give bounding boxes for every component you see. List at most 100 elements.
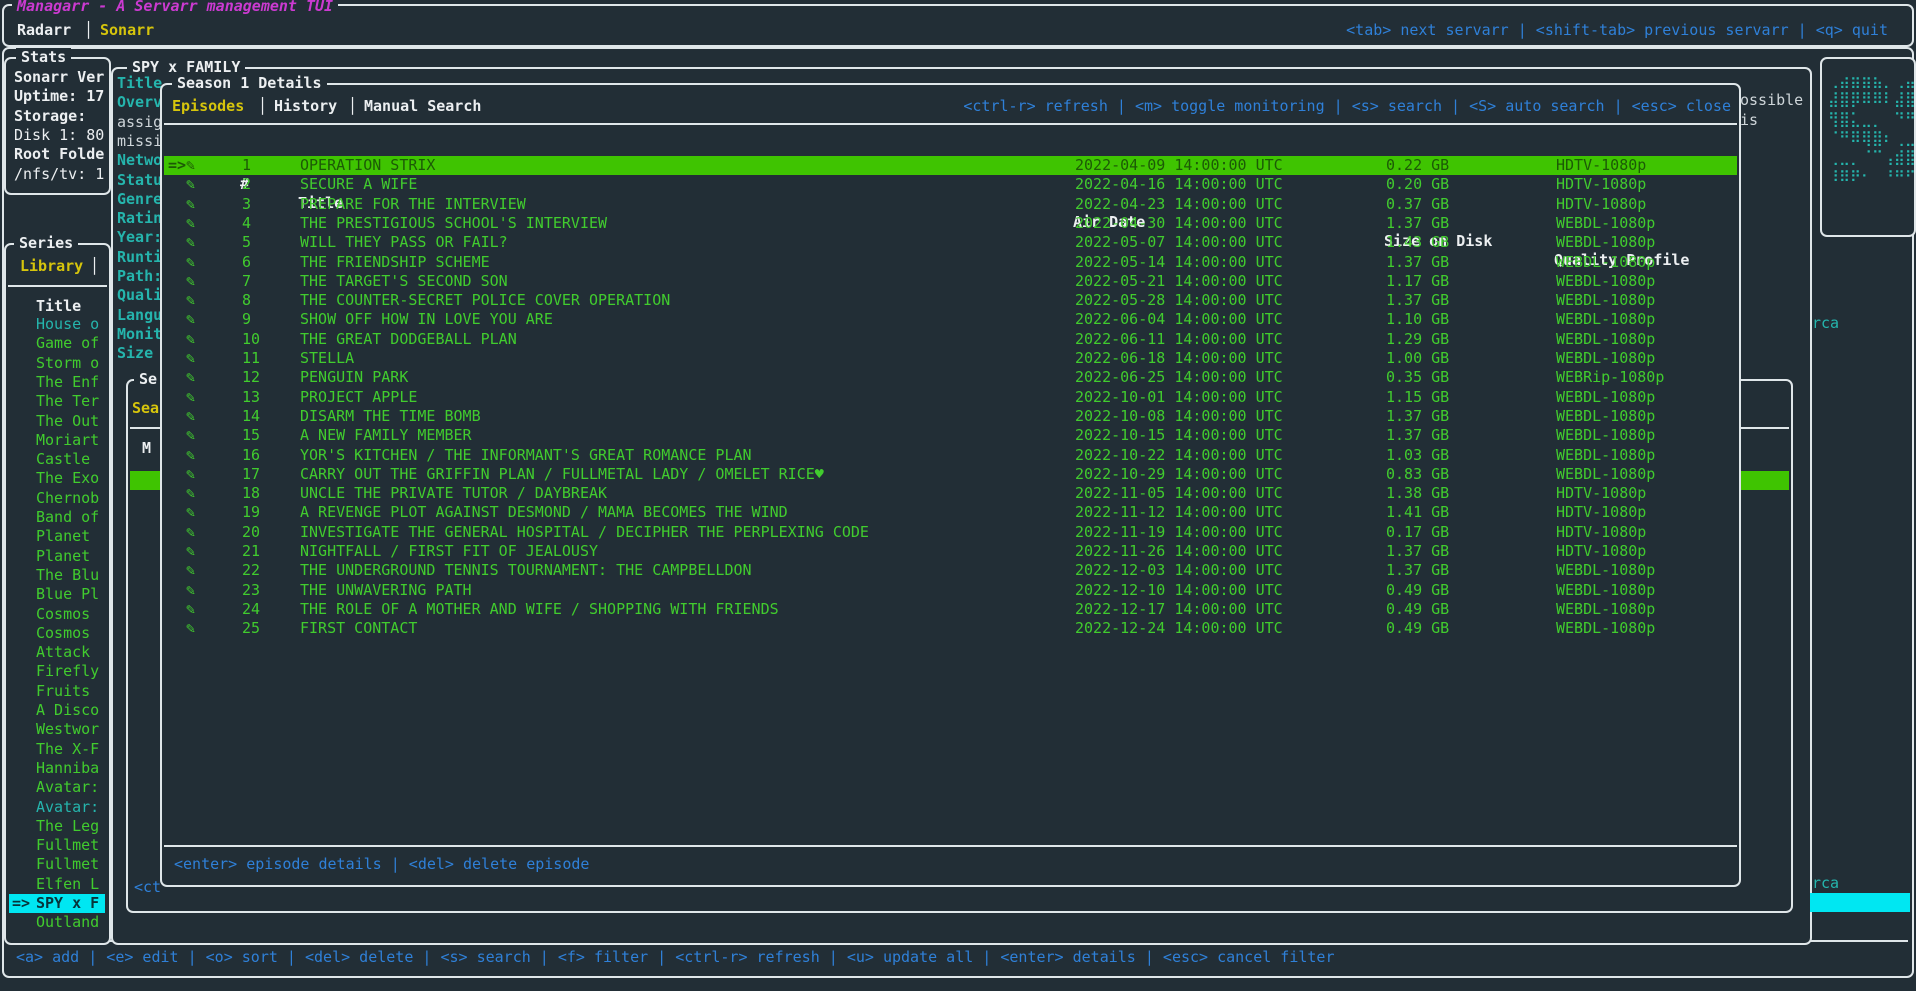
episode-size-cell: 1.17 GB xyxy=(1386,272,1449,291)
episode-quality-cell: HDTV-1080p xyxy=(1556,484,1646,503)
episode-row[interactable]: ✎16YOR'S KITCHEN / THE INFORMANT'S GREAT… xyxy=(164,446,1737,465)
series-item[interactable]: The Exo xyxy=(36,469,108,488)
series-item[interactable]: Hanniba xyxy=(36,759,108,778)
series-item[interactable]: The Blu xyxy=(36,566,108,585)
series-item[interactable]: The Ter xyxy=(36,392,108,411)
episode-quality-cell: WEBDL-1080p xyxy=(1556,272,1655,291)
episode-row[interactable]: ✎23THE UNWAVERING PATH2022-12-10 14:00:0… xyxy=(164,581,1737,600)
episode-air-date-cell: 2022-05-28 14:00:00 UTC xyxy=(1075,291,1283,310)
episode-number-cell: 17 xyxy=(242,465,260,484)
episode-size-cell: 1.29 GB xyxy=(1386,330,1449,349)
episode-row[interactable]: ✎11STELLA2022-06-18 14:00:00 UTC1.00 GBW… xyxy=(164,349,1737,368)
episode-quality-cell: WEBDL-1080p xyxy=(1556,388,1655,407)
series-detail-field-label: Size xyxy=(117,344,163,363)
tab-seasons[interactable]: Sea xyxy=(132,399,159,418)
logo-dots-row: ⢻⣿⣅⣀⡀⠀⠙⠛⠃ xyxy=(1828,110,1916,129)
series-item[interactable]: Game of xyxy=(36,334,108,353)
episode-row[interactable]: ✎3PREPARE FOR THE INTERVIEW2022-04-23 14… xyxy=(164,195,1737,214)
episode-row[interactable]: ✎24THE ROLE OF A MOTHER AND WIFE / SHOPP… xyxy=(164,600,1737,619)
episode-row[interactable]: ✎7THE TARGET'S SECOND SON2022-05-21 14:0… xyxy=(164,272,1737,291)
episode-row[interactable]: ✎10THE GREAT DODGEBALL PLAN2022-06-11 14… xyxy=(164,330,1737,349)
episode-title-cell: A NEW FAMILY MEMBER xyxy=(300,426,472,445)
monitored-icon: ✎ xyxy=(186,233,195,252)
series-item-selected[interactable]: =>SPY x F xyxy=(9,894,105,913)
episode-title-cell: PENGUIN PARK xyxy=(300,368,408,387)
series-table-clipped-cell-2: rca xyxy=(1812,874,1910,893)
tab-sonarr[interactable]: Sonarr xyxy=(100,21,154,40)
series-item[interactable]: The Leg xyxy=(36,817,108,836)
episodes-table: =>✎1OPERATION STRIX2022-04-09 14:00:00 U… xyxy=(162,85,1739,885)
series-item[interactable]: Chernob xyxy=(36,489,108,508)
episode-row[interactable]: ✎2SECURE A WIFE2022-04-16 14:00:00 UTC0.… xyxy=(164,175,1737,194)
episode-row[interactable]: ✎20INVESTIGATE THE GENERAL HOSPITAL / DE… xyxy=(164,523,1737,542)
episode-air-date-cell: 2022-06-18 14:00:00 UTC xyxy=(1075,349,1283,368)
episode-row[interactable]: ✎15A NEW FAMILY MEMBER2022-10-15 14:00:0… xyxy=(164,426,1737,445)
series-item[interactable]: The X-F xyxy=(36,740,108,759)
episode-row[interactable]: ✎4THE PRESTIGIOUS SCHOOL'S INTERVIEW2022… xyxy=(164,214,1737,233)
episode-row[interactable]: ✎9SHOW OFF HOW IN LOVE YOU ARE2022-06-04… xyxy=(164,310,1737,329)
series-item[interactable]: Cosmos xyxy=(36,605,108,624)
episode-air-date-cell: 2022-04-09 14:00:00 UTC xyxy=(1075,156,1283,175)
episode-quality-cell: HDTV-1080p xyxy=(1556,542,1646,561)
episode-row[interactable]: ✎22THE UNDERGROUND TENNIS TOURNAMENT: TH… xyxy=(164,561,1737,580)
series-item[interactable]: The Out xyxy=(36,412,108,431)
episode-row[interactable]: ✎8THE COUNTER-SECRET POLICE COVER OPERAT… xyxy=(164,291,1737,310)
series-item[interactable]: Castle xyxy=(36,450,108,469)
tab-radarr[interactable]: Radarr xyxy=(17,21,71,40)
episode-row[interactable]: ✎21NIGHTFALL / FIRST FIT OF JEALOUSY2022… xyxy=(164,542,1737,561)
episode-number-cell: 25 xyxy=(242,619,260,638)
series-item[interactable]: Planet xyxy=(36,527,108,546)
series-item[interactable]: Westwor xyxy=(36,720,108,739)
episode-air-date-cell: 2022-11-19 14:00:00 UTC xyxy=(1075,523,1283,542)
episode-row[interactable]: ✎5WILL THEY PASS OR FAIL?2022-05-07 14:0… xyxy=(164,233,1737,252)
series-item[interactable]: Firefly xyxy=(36,662,108,681)
series-detail-field-label: Runti xyxy=(117,248,163,267)
series-item[interactable]: Cosmos xyxy=(36,624,108,643)
episode-title-cell: SECURE A WIFE xyxy=(300,175,417,194)
series-item[interactable]: Avatar: xyxy=(36,798,108,817)
episode-air-date-cell: 2022-06-11 14:00:00 UTC xyxy=(1075,330,1283,349)
series-item[interactable]: Fullmet xyxy=(36,836,108,855)
series-item[interactable]: Blue Pl xyxy=(36,585,108,604)
episode-row[interactable]: ✎12PENGUIN PARK2022-06-25 14:00:00 UTC0.… xyxy=(164,368,1737,387)
episode-number-cell: 5 xyxy=(242,233,251,252)
series-item[interactable]: A Disco xyxy=(36,701,108,720)
series-item[interactable]: Elfen L xyxy=(36,875,108,894)
episode-row[interactable]: ✎25FIRST CONTACT2022-12-24 14:00:00 UTC0… xyxy=(164,619,1737,638)
monitored-icon: ✎ xyxy=(186,349,195,368)
episode-row[interactable]: ✎19A REVENGE PLOT AGAINST DESMOND / MAMA… xyxy=(164,503,1737,522)
episode-air-date-cell: 2022-12-24 14:00:00 UTC xyxy=(1075,619,1283,638)
episode-row[interactable]: ✎6THE FRIENDSHIP SCHEME2022-05-14 14:00:… xyxy=(164,253,1737,272)
series-item[interactable]: Fullmet xyxy=(36,855,108,874)
episode-quality-cell: WEBDL-1080p xyxy=(1556,600,1655,619)
episode-title-cell: INVESTIGATE THE GENERAL HOSPITAL / DECIP… xyxy=(300,523,869,542)
series-item[interactable]: Band of xyxy=(36,508,108,527)
series-item[interactable]: Attack xyxy=(36,643,108,662)
episode-row-selected[interactable]: =>✎1OPERATION STRIX2022-04-09 14:00:00 U… xyxy=(164,156,1737,175)
series-item[interactable]: Planet xyxy=(36,547,108,566)
episode-row[interactable]: ✎17CARRY OUT THE GRIFFIN PLAN / FULLMETA… xyxy=(164,465,1737,484)
series-item[interactable]: Avatar: xyxy=(36,778,108,797)
episode-air-date-cell: 2022-11-12 14:00:00 UTC xyxy=(1075,503,1283,522)
series-detail-field-label: Ratin xyxy=(117,209,163,228)
episode-number-cell: 22 xyxy=(242,561,260,580)
episode-title-cell: SHOW OFF HOW IN LOVE YOU ARE xyxy=(300,310,553,329)
episode-air-date-cell: 2022-10-08 14:00:00 UTC xyxy=(1075,407,1283,426)
series-item[interactable]: The Enf xyxy=(36,373,108,392)
series-item[interactable]: Storm o xyxy=(36,354,108,373)
series-item[interactable]: Moriart xyxy=(36,431,108,450)
episode-size-cell: 1.03 GB xyxy=(1386,446,1449,465)
series-detail-field-label: missi xyxy=(117,132,163,151)
episode-row[interactable]: ✎14DISARM THE TIME BOMB2022-10-08 14:00:… xyxy=(164,407,1737,426)
series-panel: Series Library │ Title House oGame ofSto… xyxy=(4,243,111,945)
episode-quality-cell: HDTV-1080p xyxy=(1556,523,1646,542)
episode-row[interactable]: ✎13PROJECT APPLE2022-10-01 14:00:00 UTC1… xyxy=(164,388,1737,407)
stats-line: /nfs/tv: 1 xyxy=(14,165,106,184)
series-item[interactable]: Outland xyxy=(36,913,108,932)
series-item[interactable]: Fruits xyxy=(36,682,108,701)
series-item[interactable]: House o xyxy=(36,315,108,334)
series-detail-field-label: Genre xyxy=(117,190,163,209)
episode-size-cell: 1.41 GB xyxy=(1386,503,1449,522)
episode-number-cell: 20 xyxy=(242,523,260,542)
episode-row[interactable]: ✎18UNCLE THE PRIVATE TUTOR / DAYBREAK202… xyxy=(164,484,1737,503)
